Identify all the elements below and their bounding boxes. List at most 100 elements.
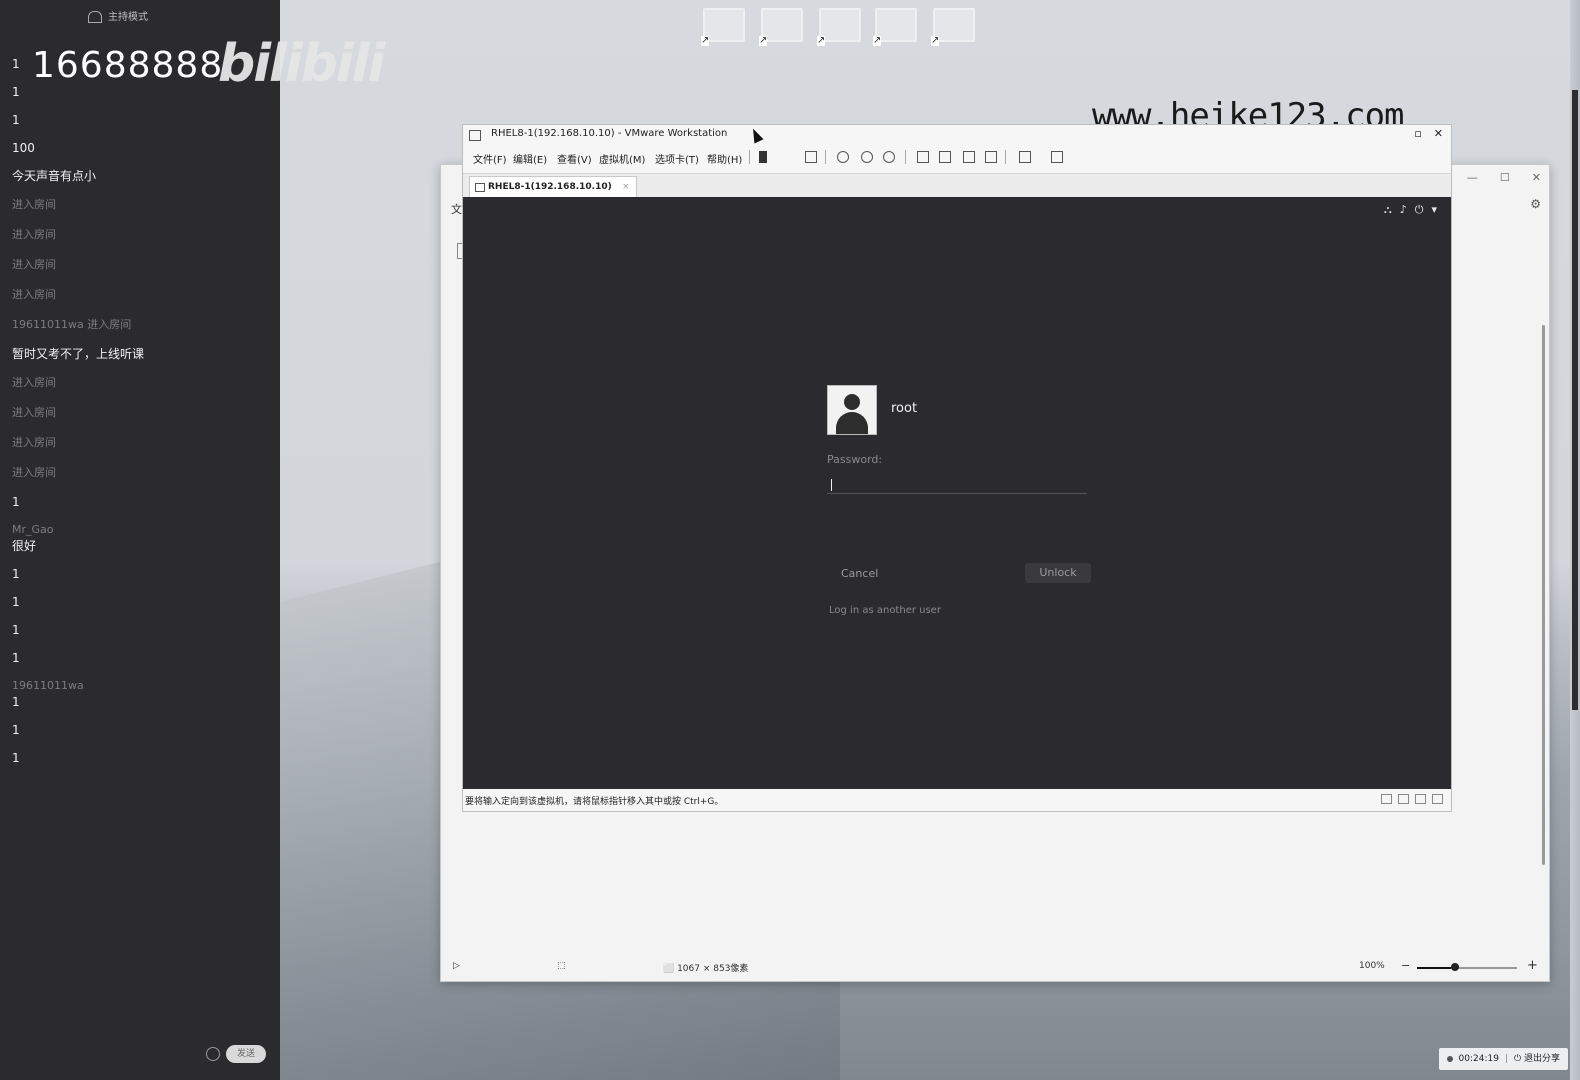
- selection-icon[interactable]: ⬚: [557, 961, 566, 971]
- vmware-window-controls: ▫ ✕: [1402, 127, 1443, 140]
- chat-nickname[interactable]: 19611011wa 进入房间: [12, 316, 272, 334]
- exit-share-button[interactable]: ⏻ 退出分享: [1514, 1054, 1560, 1064]
- menu-vm[interactable]: 虚拟机(M): [599, 151, 645, 166]
- minimize-icon[interactable]: —: [1467, 171, 1478, 184]
- vmware-status-bar: 要将输入定向到该虚拟机，请将鼠标指针移入其中或按 Ctrl+G。: [463, 791, 1451, 809]
- elapsed-time: 00:24:19: [1458, 1054, 1499, 1064]
- library-icon[interactable]: [917, 151, 929, 163]
- send-button[interactable]: 发送: [226, 1045, 266, 1063]
- toolbar-separator: [905, 150, 906, 164]
- hdd-icon[interactable]: [1381, 794, 1392, 804]
- desktop-shortcut[interactable]: [812, 8, 868, 54]
- text-caret: [831, 479, 832, 491]
- avatar-body: [836, 412, 868, 434]
- gnome-system-menu[interactable]: ⛬ ♪ ⏻ ▾: [1376, 203, 1437, 217]
- chat-nickname[interactable]: 进入房间: [12, 226, 272, 244]
- zoom-out-button[interactable]: −: [1401, 959, 1410, 972]
- chat-text: 很好: [12, 539, 37, 553]
- password-label: Password:: [827, 453, 883, 466]
- password-field[interactable]: [827, 475, 1087, 494]
- menu-tabs[interactable]: 选项卡(T): [655, 151, 699, 166]
- chat-text: 1: [12, 495, 20, 509]
- user-name: root: [891, 401, 918, 416]
- chat-message: 1: [12, 112, 272, 128]
- unlock-button[interactable]: Unlock: [1025, 563, 1091, 583]
- chat-message: Mr_Gao 很好: [12, 522, 272, 554]
- vm-tab-icon: [475, 183, 485, 192]
- unity-icon[interactable]: [985, 151, 997, 163]
- desktop-shortcut[interactable]: [754, 8, 810, 54]
- console-icon[interactable]: [1019, 151, 1031, 163]
- shortcut-icon: [931, 8, 975, 46]
- chat-nickname[interactable]: 进入房间: [12, 196, 272, 214]
- maximize-icon[interactable]: ▫: [1414, 127, 1421, 140]
- chat-message: 1: [12, 650, 272, 666]
- tab-rhel8-1[interactable]: RHEL8-1(192.168.10.10) ×: [469, 176, 637, 197]
- vm-console-screen[interactable]: ⛬ ♪ ⏻ ▾ root Password: Cancel Unlock Log in…: [463, 197, 1451, 789]
- pause-icon[interactable]: [759, 151, 767, 163]
- chat-message-list[interactable]: 1 1 1 100 今天声音有点小 进入房间 进入房间 进入房间 进入房间 19611011wa …: [12, 56, 272, 778]
- menu-edit[interactable]: 编辑(E): [513, 151, 547, 166]
- fullscreen-icon[interactable]: [963, 151, 975, 163]
- edge-scrollbar: [1572, 90, 1578, 710]
- send-keys-icon[interactable]: [805, 151, 817, 163]
- chat-nickname[interactable]: 进入房间: [12, 464, 272, 482]
- headset-icon: [88, 11, 102, 23]
- maximize-icon[interactable]: ☐: [1500, 171, 1510, 184]
- emoji-icon[interactable]: [206, 1047, 220, 1061]
- chat-message: 19611011wa 1: [12, 678, 272, 710]
- scrollbar[interactable]: [1542, 325, 1545, 865]
- message-icon[interactable]: [1432, 794, 1443, 804]
- chat-message: 进入房间: [12, 226, 272, 244]
- chat-message: 进入房间: [12, 434, 272, 452]
- snapshot-manager-icon[interactable]: [883, 151, 895, 163]
- chat-text: 1: [12, 113, 20, 127]
- desktop-shortcut[interactable]: [696, 8, 752, 54]
- close-icon[interactable]: ✕: [1434, 127, 1443, 140]
- room-number: 16688888: [32, 45, 224, 86]
- chat-nickname[interactable]: 进入房间: [12, 374, 272, 392]
- cancel-button[interactable]: Cancel: [841, 567, 878, 580]
- chat-nickname[interactable]: Mr_Gao: [12, 522, 272, 538]
- menu-view[interactable]: 查看(V): [557, 151, 592, 166]
- pointer-icon[interactable]: ▷: [453, 961, 460, 971]
- chat-message: 进入房间: [12, 374, 272, 392]
- tab-close-icon[interactable]: ×: [622, 177, 630, 197]
- menu-help[interactable]: 帮助(H): [707, 151, 742, 166]
- device-status-icons: [1375, 794, 1443, 807]
- close-icon[interactable]: ✕: [1532, 171, 1541, 184]
- menu-file[interactable]: 文件(F): [473, 151, 507, 166]
- shortcut-icon: [701, 8, 745, 46]
- chat-text: 1: [12, 623, 20, 637]
- revert-snapshot-icon[interactable]: [861, 151, 873, 163]
- settings-icon[interactable]: ⚙: [1530, 197, 1541, 211]
- share-status-badge: 00:24:19 | ⏻ 退出分享: [1438, 1048, 1568, 1070]
- network-adapter-icon[interactable]: [1415, 794, 1426, 804]
- chat-message: 1: [12, 566, 272, 582]
- zoom-slider-knob[interactable]: [1451, 963, 1459, 971]
- thumbnail-icon[interactable]: [939, 151, 951, 163]
- file-menu[interactable]: 文: [451, 201, 462, 217]
- vmware-titlebar[interactable]: RHEL8-1(192.168.10.10) - VMware Workstat…: [463, 125, 1451, 145]
- desktop-shortcut[interactable]: [868, 8, 924, 54]
- stretch-view-icon[interactable]: [1051, 151, 1063, 163]
- cdrom-icon[interactable]: [1398, 794, 1409, 804]
- chat-nickname[interactable]: 进入房间: [12, 256, 272, 274]
- desktop-shortcut[interactable]: [926, 8, 982, 54]
- chat-nickname[interactable]: 进入房间: [12, 434, 272, 452]
- host-mode-header[interactable]: 主持模式: [88, 8, 148, 23]
- zoom-slider[interactable]: [1417, 967, 1517, 969]
- volume-icon: ♪: [1399, 203, 1407, 216]
- chat-message: 1: [12, 494, 272, 510]
- chat-message: 进入房间: [12, 464, 272, 482]
- chat-message: 1: [12, 750, 272, 766]
- chat-nickname[interactable]: 进入房间: [12, 286, 272, 304]
- chat-message: 1: [12, 622, 272, 638]
- chat-nickname[interactable]: 进入房间: [12, 404, 272, 422]
- snapshot-icon[interactable]: [837, 151, 849, 163]
- chat-nickname[interactable]: 19611011wa: [12, 678, 272, 694]
- user-avatar: [827, 385, 877, 435]
- log-in-as-another-user-link[interactable]: Log in as another user: [829, 605, 941, 616]
- chat-message: 进入房间: [12, 286, 272, 304]
- zoom-in-button[interactable]: +: [1527, 958, 1538, 973]
